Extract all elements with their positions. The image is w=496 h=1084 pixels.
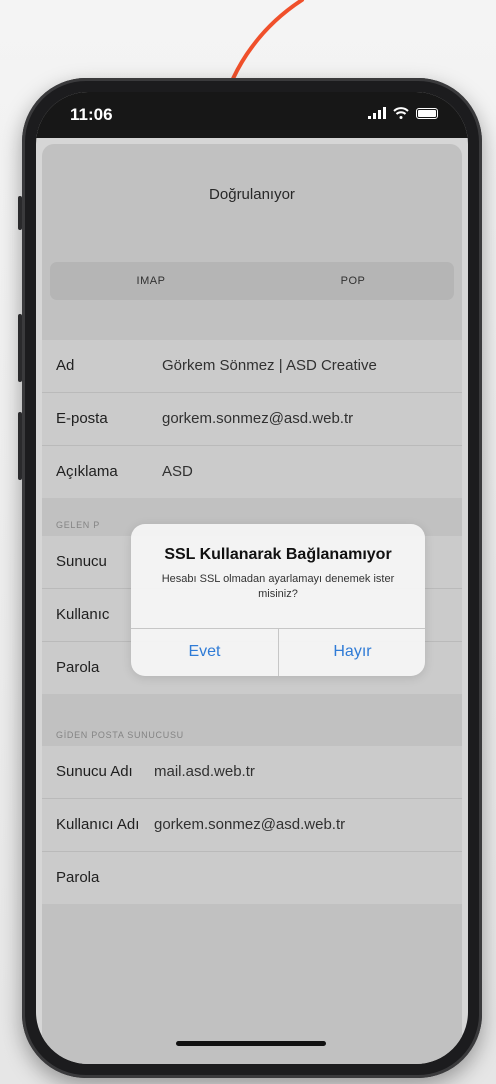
alert-message: Hesabı SSL olmadan ayarlamayı denemek is… <box>161 573 395 600</box>
mute-switch <box>18 196 22 230</box>
volume-up-button <box>18 314 22 382</box>
signal-icon <box>368 107 386 119</box>
battery-icon <box>416 107 438 119</box>
ssl-alert-dialog: SSL Kullanarak Bağlanamıyor Hesabı SSL o… <box>131 524 425 676</box>
home-indicator[interactable] <box>176 1041 326 1046</box>
alert-yes-button[interactable]: Evet <box>131 628 278 676</box>
status-bar: 11:06 <box>36 92 468 138</box>
alert-title: SSL Kullanarak Bağlanamıyor <box>164 546 392 563</box>
status-time: 11:06 <box>70 105 113 124</box>
phone-frame: 11:06 Doğrulanıyor IMAP POP Ad Görkem Sö… <box>18 78 482 1078</box>
wifi-icon <box>393 107 409 119</box>
volume-down-button <box>18 412 22 480</box>
alert-no-button[interactable]: Hayır <box>279 628 426 676</box>
status-icons <box>368 107 438 119</box>
screen: 11:06 Doğrulanıyor IMAP POP Ad Görkem Sö… <box>36 92 468 1064</box>
